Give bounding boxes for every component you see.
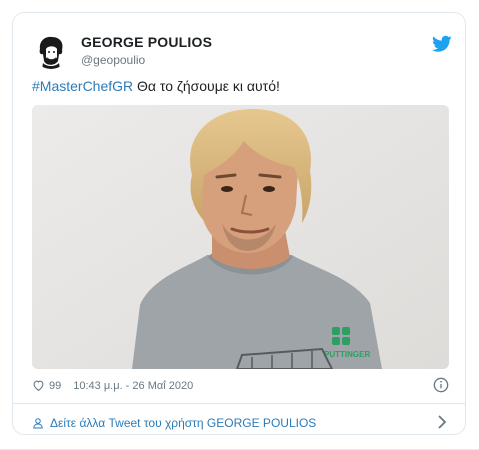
shirt-brand-text: PUTTINGER (324, 350, 370, 359)
like-count[interactable]: 99 (49, 380, 61, 392)
more-tweets-link[interactable]: Δείτε άλλα Tweet του χρήστη GEORGE POULI… (32, 416, 316, 430)
embedded-tweet-card: GEORGE POULIOS @geopoulio #MasterChefGR … (12, 12, 466, 435)
author-avatar[interactable] (33, 33, 69, 69)
heart-icon[interactable] (32, 379, 45, 392)
info-icon[interactable] (433, 377, 449, 393)
tweet-photo[interactable]: PUTTINGER (32, 105, 449, 369)
tweet-timestamp[interactable]: 10:43 μ.μ. - 26 Μαΐ 2020 (73, 380, 193, 392)
author-name[interactable]: GEORGE POULIOS (81, 34, 212, 50)
author-handle[interactable]: @geopoulio (81, 53, 145, 67)
tweet-text: #MasterChefGR Θα το ζήσουμε κι αυτό! (32, 78, 280, 94)
chevron-right-icon[interactable] (437, 415, 447, 429)
divider (13, 403, 465, 404)
person-icon (33, 418, 43, 429)
more-tweets-label[interactable]: Δείτε άλλα Tweet του χρήστη GEORGE POULI… (50, 416, 316, 430)
tweet-meta: 99 10:43 μ.μ. - 26 Μαΐ 2020 (32, 379, 193, 392)
tweet-body: Θα το ζήσουμε κι αυτό! (133, 78, 280, 94)
twitter-bird-icon[interactable] (432, 35, 452, 53)
hashtag-link[interactable]: #MasterChefGR (32, 78, 133, 94)
